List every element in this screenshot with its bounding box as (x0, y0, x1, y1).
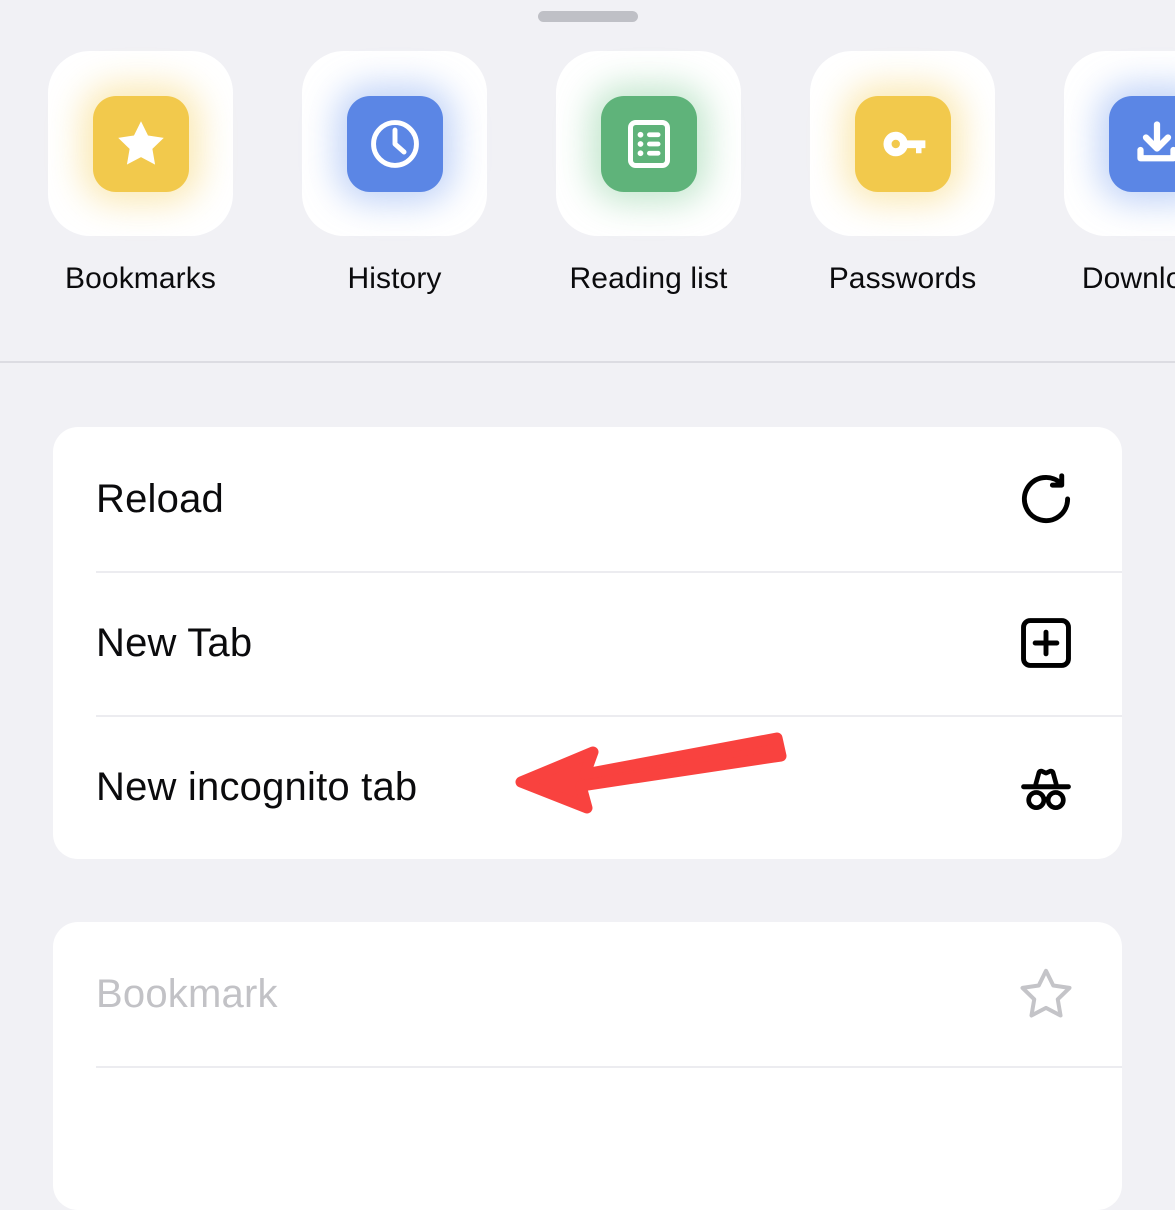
shortcuts-section: Bookmarks History (0, 32, 1175, 363)
shortcut-label: Bookmarks (65, 261, 216, 297)
shortcut-reading-list[interactable]: Reading list (556, 51, 741, 297)
drag-handle[interactable] (538, 11, 638, 22)
menu-item-label: Bookmark (96, 971, 1013, 1017)
menu-item-partial-below-fold[interactable] (53, 1066, 1122, 1210)
clock-icon (347, 96, 443, 192)
sheet-drag-handle-area[interactable] (0, 0, 1175, 32)
menu-item-new-incognito-tab[interactable]: New incognito tab (53, 715, 1122, 859)
menu-item-label: Reload (96, 476, 1013, 522)
shortcut-passwords[interactable]: Passwords (810, 51, 995, 297)
menu-item-new-tab[interactable]: New Tab (53, 571, 1122, 715)
download-icon (1109, 96, 1175, 192)
shortcut-bookmarks[interactable]: Bookmarks (48, 51, 233, 297)
shortcut-tile[interactable] (1064, 51, 1175, 236)
shortcuts-row: Bookmarks History (48, 51, 1175, 297)
menu-item-label: New Tab (96, 620, 1013, 666)
shortcut-tile[interactable] (810, 51, 995, 236)
shortcut-history[interactable]: History (302, 51, 487, 297)
incognito-icon (1013, 754, 1079, 820)
reload-icon (1013, 466, 1079, 532)
list-page-icon (601, 96, 697, 192)
star-outline-icon (1013, 961, 1079, 1027)
shortcut-downloads[interactable]: Downloads (1064, 51, 1175, 297)
shortcut-tile[interactable] (302, 51, 487, 236)
star-icon (93, 96, 189, 192)
shortcut-label: Downloads (1082, 261, 1175, 297)
shortcut-tile[interactable] (556, 51, 741, 236)
menu-item-label: New incognito tab (96, 764, 1013, 810)
shortcut-label: History (347, 261, 441, 297)
menu-card-actions: Reload New Tab New incognito tab (53, 427, 1122, 859)
menu-item-reload[interactable]: Reload (53, 427, 1122, 571)
new-tab-icon (1013, 610, 1079, 676)
menu-card-bookmark: Bookmark (53, 922, 1122, 1210)
shortcut-label: Passwords (829, 261, 977, 297)
shortcut-tile[interactable] (48, 51, 233, 236)
shortcut-label: Reading list (570, 261, 728, 297)
menu-item-bookmark[interactable]: Bookmark (53, 922, 1122, 1066)
partial-icon (1013, 1105, 1079, 1171)
key-icon (855, 96, 951, 192)
